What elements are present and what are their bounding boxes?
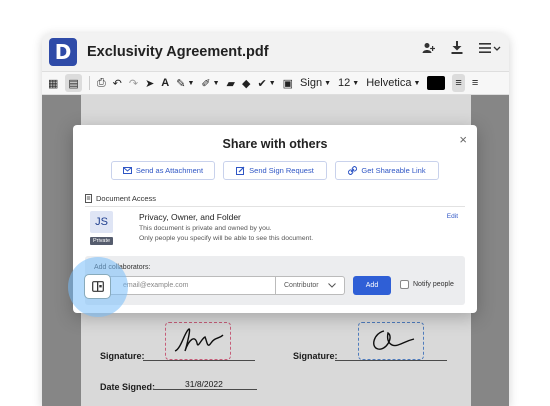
role-dropdown[interactable]: Contributor	[276, 276, 345, 295]
undo-icon[interactable]: ↶	[113, 74, 122, 92]
dialog-title: Share with others	[222, 137, 328, 151]
sign-dropdown[interactable]: Sign ▼	[300, 74, 331, 92]
align-left-icon[interactable]: ≡	[452, 74, 465, 92]
grid-view-icon[interactable]: ▦	[48, 74, 58, 92]
image-icon[interactable]: ▣	[283, 74, 293, 92]
notify-option[interactable]: Notify people	[400, 280, 454, 289]
send-attachment-button[interactable]: Send as Attachment	[111, 161, 215, 180]
send-attachment-label: Send as Attachment	[135, 166, 204, 175]
permission-desc-line1: This document is private and owned by yo…	[139, 225, 272, 232]
notify-label: Notify people	[413, 281, 454, 288]
font-size-value: 12	[338, 77, 351, 89]
edit-link[interactable]: Edit	[447, 213, 458, 220]
text-color-swatch[interactable]	[427, 76, 446, 90]
align-center-icon[interactable]: ≡	[472, 74, 478, 92]
panel-view-icon[interactable]: ▤	[65, 74, 82, 92]
font-size-dropdown[interactable]: 12 ▼	[338, 74, 359, 92]
download-icon[interactable]	[451, 41, 463, 57]
document-title: Exclusivity Agreement.pdf	[87, 44, 269, 60]
pen-tool-icon[interactable]: ✎ ▼	[176, 74, 194, 92]
get-link-button[interactable]: Get Shareable Link	[335, 161, 439, 180]
edit-pen-icon	[236, 166, 245, 175]
eraser-icon[interactable]: ◆	[242, 74, 250, 92]
get-link-label: Get Shareable Link	[361, 166, 426, 175]
font-family-value: Helvetica	[366, 77, 412, 89]
section-divider	[85, 206, 465, 207]
menu-icon[interactable]	[479, 41, 501, 57]
toolbar: ▦ ▤ ⎙ ↶ ↷ ➤ A ✎ ▼ ✐ ▼ ▰ ◆ ✔ ▼ ▣ Sign ▼ 12 ▼ H…	[42, 71, 509, 95]
permission-title: Privacy, Owner, and Folder	[139, 212, 241, 222]
document-access-label: Document Access	[96, 194, 157, 203]
link-icon	[348, 166, 358, 175]
send-sign-request-button[interactable]: Send Sign Request	[223, 161, 327, 180]
cursor-icon[interactable]: ➤	[145, 74, 154, 92]
title-bar: D Exclusivity Agreement.pdf	[42, 33, 509, 71]
status-badge: Private	[90, 237, 113, 245]
app-logo: D	[49, 38, 77, 66]
add-button[interactable]: Add	[353, 276, 391, 295]
close-icon[interactable]: ×	[459, 132, 467, 147]
print-icon[interactable]: ⎙	[97, 74, 106, 92]
highlighter-icon[interactable]: ✐ ▼	[201, 74, 219, 92]
chevron-down-icon	[328, 283, 336, 288]
document-access-section: Document Access	[85, 194, 156, 203]
avatar: JS	[90, 211, 113, 233]
document-icon	[85, 194, 92, 203]
panel-toggle-icon	[91, 281, 104, 292]
envelope-icon	[122, 167, 132, 174]
redo-icon[interactable]: ↷	[129, 74, 138, 92]
notify-checkbox[interactable]	[400, 280, 409, 289]
sidebar-toggle-button[interactable]	[84, 274, 111, 299]
font-family-dropdown[interactable]: Helvetica ▼	[366, 74, 420, 92]
send-sign-request-label: Send Sign Request	[249, 166, 314, 175]
title-actions	[422, 41, 501, 57]
checkmark-icon[interactable]: ✔ ▼	[257, 74, 275, 92]
role-value: Contributor	[284, 282, 319, 289]
comment-icon[interactable]: ▰	[227, 74, 235, 92]
add-user-icon[interactable]	[422, 41, 436, 57]
permission-desc-line2: Only people you specify will be able to …	[139, 235, 314, 242]
share-dialog: Share with others × Send as Attachment S…	[73, 125, 477, 313]
sign-label: Sign	[300, 77, 323, 89]
text-tool-icon[interactable]: A	[161, 74, 169, 92]
toolbar-divider	[88, 76, 90, 90]
